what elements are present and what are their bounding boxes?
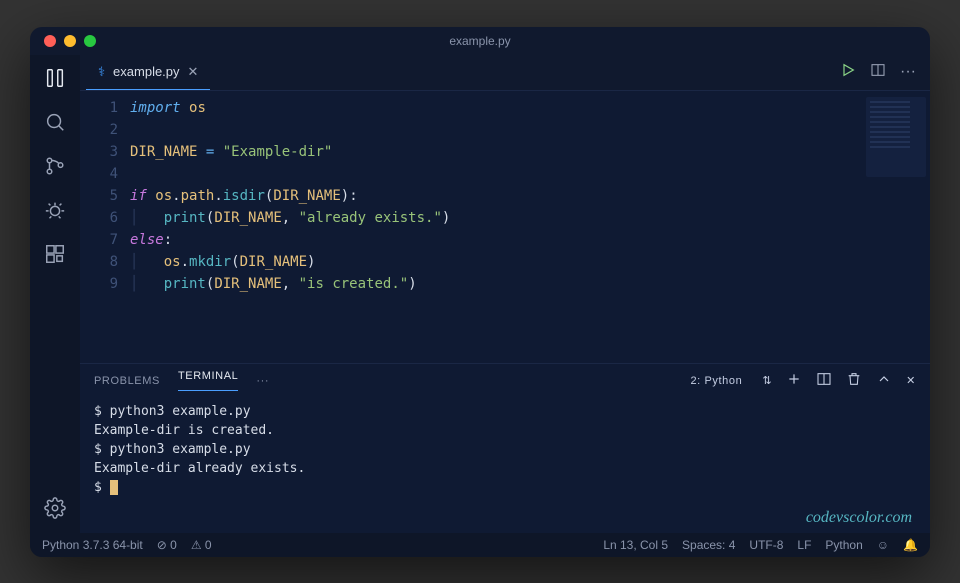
search-icon[interactable]	[42, 109, 68, 135]
kill-terminal-icon[interactable]	[846, 371, 862, 390]
status-warnings[interactable]: ⚠ 0	[191, 538, 212, 552]
close-panel-icon[interactable]: ✕	[906, 374, 916, 387]
bottom-panel: PROBLEMS TERMINAL ··· 2: Python ⇅ ✕ $ py…	[80, 363, 930, 533]
panel-more-icon[interactable]: ···	[256, 375, 269, 387]
extensions-icon[interactable]	[42, 241, 68, 267]
maximize-panel-icon[interactable]	[876, 371, 892, 390]
tab-bar: ⚕ example.py ✕ ···	[80, 55, 930, 91]
more-actions-icon[interactable]: ···	[900, 63, 916, 81]
status-eol[interactable]: LF	[797, 538, 811, 552]
terminal-output[interactable]: $ python3 example.pyExample-dir is creat…	[80, 398, 930, 533]
status-errors[interactable]: ⊘ 0	[157, 538, 177, 552]
activity-bar	[30, 55, 80, 533]
feedback-icon[interactable]: ☺	[877, 538, 889, 552]
titlebar: example.py	[30, 27, 930, 55]
status-cursor-position[interactable]: Ln 13, Col 5	[603, 538, 668, 552]
split-editor-icon[interactable]	[870, 62, 886, 83]
python-file-icon: ⚕	[98, 64, 105, 80]
explorer-icon[interactable]	[42, 65, 68, 91]
settings-gear-icon[interactable]	[42, 495, 68, 521]
new-terminal-icon[interactable]	[786, 371, 802, 390]
selector-updown-icon[interactable]: ⇅	[762, 374, 772, 387]
status-encoding[interactable]: UTF-8	[749, 538, 783, 552]
tab-example-py[interactable]: ⚕ example.py ✕	[86, 55, 210, 90]
status-language[interactable]: Python	[825, 538, 862, 552]
tab-label: example.py	[113, 64, 179, 79]
source-control-icon[interactable]	[42, 153, 68, 179]
terminal-selector[interactable]: 2: Python	[690, 375, 742, 387]
status-indentation[interactable]: Spaces: 4	[682, 538, 735, 552]
line-gutter: 123456789	[80, 91, 130, 363]
run-icon[interactable]	[840, 62, 856, 83]
panel-tab-terminal[interactable]: TERMINAL	[178, 370, 238, 391]
notifications-bell-icon[interactable]: 🔔	[903, 538, 918, 552]
editor[interactable]: 123456789 import osDIR_NAME = "Example-d…	[80, 91, 930, 363]
debug-icon[interactable]	[42, 197, 68, 223]
watermark: codevscolor.com	[806, 509, 912, 527]
minimap[interactable]	[866, 97, 926, 177]
status-bar: Python 3.7.3 64-bit ⊘ 0 ⚠ 0 Ln 13, Col 5…	[30, 533, 930, 557]
window-title: example.py	[30, 34, 930, 48]
code-area[interactable]: import osDIR_NAME = "Example-dir"if os.p…	[130, 91, 930, 363]
panel-tab-problems[interactable]: PROBLEMS	[94, 375, 160, 387]
status-python-version[interactable]: Python 3.7.3 64-bit	[42, 538, 143, 552]
tab-close-icon[interactable]: ✕	[188, 64, 199, 80]
split-terminal-icon[interactable]	[816, 371, 832, 390]
